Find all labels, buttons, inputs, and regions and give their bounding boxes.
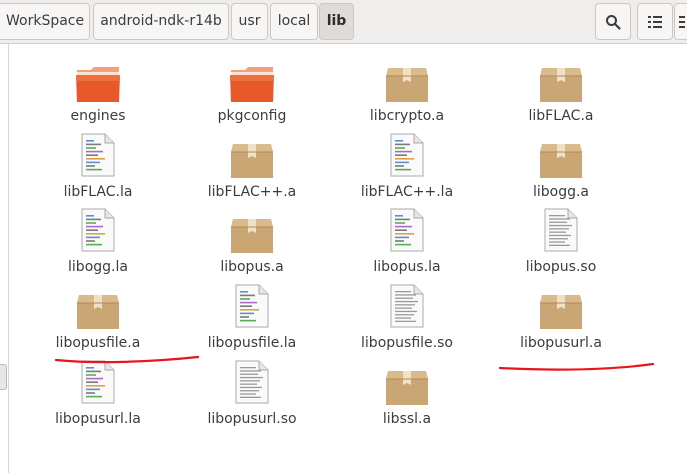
sidebar-edge [0,44,9,473]
package-icon [76,291,120,335]
file-item[interactable]: libopusurl.a [501,288,621,364]
crumb-lib[interactable]: lib [319,3,354,40]
file-item[interactable]: libopusfile.la [192,284,312,364]
package-icon [539,140,583,184]
file-item[interactable]: libcrypto.a [347,61,467,137]
crumb-workspace[interactable]: WorkSpace [0,3,90,40]
file-item[interactable]: libFLAC.a [501,61,621,137]
file-name: libopusfile.so [361,335,453,351]
file-item[interactable]: libFLAC++.a [192,137,312,213]
file-name: libssl.a [382,411,432,427]
file-name: libopusfile.la [207,335,297,351]
crumb-usr[interactable]: usr [231,3,268,40]
file-name: engines [70,108,126,124]
file-item[interactable]: engines [38,61,158,137]
file-name: libFLAC++.la [360,184,454,200]
file-item[interactable]: libopus.la [347,208,467,288]
package-icon [385,367,429,411]
file-name: libFLAC++.a [207,184,297,200]
file-name: libFLAC.la [63,184,133,200]
file-item[interactable]: libopusfile.so [347,284,467,364]
package-icon [385,64,429,108]
file-item[interactable]: pkgconfig [192,61,312,137]
path-bar: WorkSpace android-ndk-r14b usr local lib [0,0,687,44]
annotation-underline [498,362,655,371]
file-name: libopusurl.so [207,411,297,427]
folder-icon [229,64,275,108]
file-item[interactable]: libopusfile.a [38,288,158,364]
package-icon [539,64,583,108]
file-name: libopus.so [525,259,597,275]
file-name: libFLAC.a [528,108,594,124]
view-mode-button[interactable] [637,3,673,40]
text-file-icon [390,284,424,332]
package-icon [539,291,583,335]
file-name: libopusfile.a [55,335,141,351]
crumb-local[interactable]: local [270,3,318,40]
file-name: libopus.a [220,259,284,275]
file-item[interactable]: libopusurl.la [38,360,158,440]
search-button[interactable] [595,3,631,40]
file-name: libopusurl.la [55,411,141,427]
file-item[interactable]: libFLAC.la [38,133,158,213]
file-name: libcrypto.a [369,108,445,124]
script-file-icon [390,133,424,181]
script-file-icon [81,133,115,181]
folder-icon [75,64,121,108]
file-item[interactable]: libssl.a [347,364,467,440]
script-file-icon [235,284,269,332]
menu-icon [679,15,685,28]
package-icon [230,215,274,259]
script-file-icon [81,360,115,408]
menu-button[interactable] [674,3,687,40]
file-item[interactable]: libFLAC++.la [347,133,467,213]
file-item[interactable]: libopus.a [192,212,312,288]
file-item[interactable]: libogg.a [501,137,621,213]
crumb-android-ndk[interactable]: android-ndk-r14b [93,3,229,40]
file-item[interactable]: libogg.la [38,208,158,288]
text-file-icon [235,360,269,408]
file-item[interactable]: libopus.so [501,208,621,288]
list-view-icon [648,15,662,28]
text-file-icon [544,208,578,256]
file-name: libopusurl.a [520,335,602,351]
file-name: libogg.a [532,184,590,200]
script-file-icon [390,208,424,256]
file-name: libopus.la [373,259,441,275]
package-icon [230,140,274,184]
file-name: libogg.la [68,259,128,275]
file-name: pkgconfig [217,108,287,124]
script-file-icon [81,208,115,256]
sidebar-resize-handle[interactable] [0,364,7,390]
search-icon [606,14,621,30]
file-item[interactable]: libopusurl.so [192,360,312,440]
